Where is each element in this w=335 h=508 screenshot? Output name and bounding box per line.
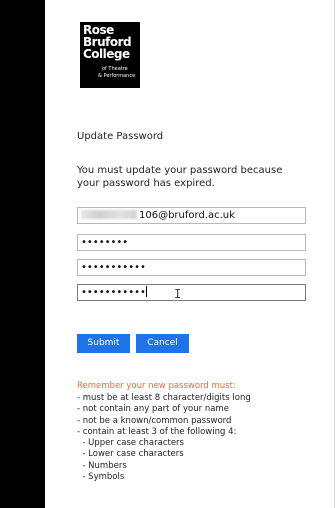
confirm-password-field[interactable]: ••••••••••• — [77, 284, 306, 301]
expired-message: You must update your password because yo… — [77, 165, 283, 189]
page-title: Update Password — [77, 131, 164, 142]
old-password-mask: •••••••• — [81, 237, 129, 248]
logo-line-3: College — [83, 47, 130, 61]
logo-line-5: & Performance — [98, 73, 136, 79]
password-rules-list: - must be at least 8 character/digits lo… — [77, 393, 251, 483]
rose-bruford-logo: Rose Bruford College of Theatre & Perfor… — [80, 22, 140, 88]
rule-item: - Numbers — [77, 460, 127, 471]
update-password-page: Rose Bruford College of Theatre & Perfor… — [0, 0, 335, 508]
new-password-field[interactable]: ••••••••••• — [77, 259, 306, 276]
rule-item: - Upper case characters — [77, 438, 184, 449]
left-sidebar-bar — [0, 0, 45, 508]
confirm-password-mask: ••••••••••• — [81, 287, 146, 298]
rule-item: - contain at least 3 of the following 4: — [77, 426, 237, 437]
username-suffix: 106@bruford.ac.uk — [139, 210, 235, 221]
text-cursor-icon: I — [174, 287, 182, 301]
rule-item: - must be at least 8 character/digits lo… — [77, 393, 251, 403]
cancel-button[interactable]: Cancel — [136, 334, 189, 353]
new-password-mask: ••••••••••• — [81, 262, 146, 273]
submit-button[interactable]: Submit — [77, 334, 130, 353]
logo-line-4: of Theatre — [102, 66, 128, 72]
redacted-username — [81, 210, 137, 219]
password-rules-title: Remember your new password must: — [77, 381, 236, 391]
rule-item: - not be a known/common password — [77, 415, 232, 426]
username-field[interactable]: 106@bruford.ac.uk — [77, 207, 306, 224]
old-password-field[interactable]: •••••••• — [77, 234, 306, 251]
rule-item: - not contain any part of your name — [77, 404, 229, 415]
text-caret — [145, 286, 147, 297]
rule-item: - Symbols — [77, 472, 125, 483]
rule-item: - Lower case characters — [77, 449, 184, 460]
